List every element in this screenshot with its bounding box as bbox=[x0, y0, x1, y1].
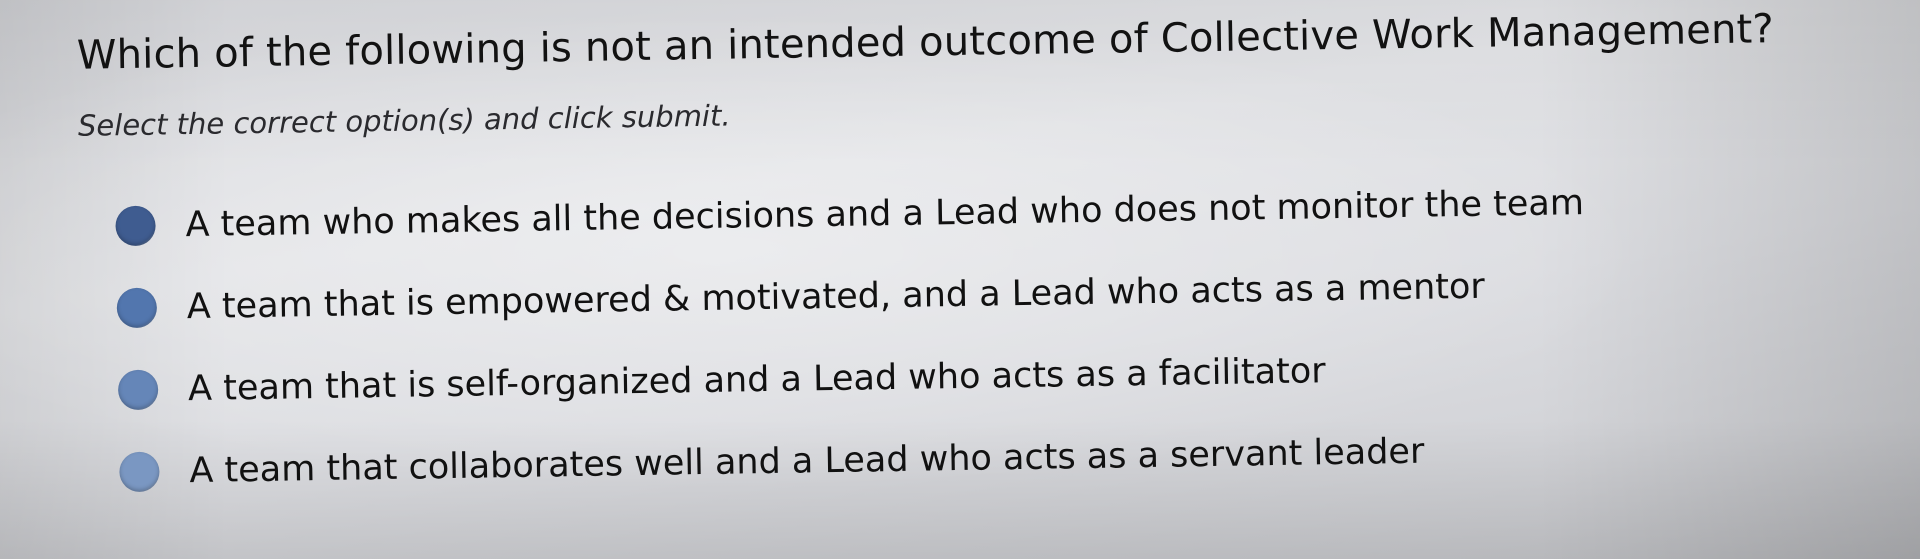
option-label-4: A team that collaborates well and a Lead… bbox=[189, 431, 1425, 492]
question-panel: Which of the following is not an intende… bbox=[0, 0, 1920, 559]
radio-button-option-4[interactable] bbox=[119, 451, 160, 493]
option-label-3: A team that is self-organized and a Lead… bbox=[187, 351, 1326, 410]
question-title: Which of the following is not an intende… bbox=[76, 6, 1775, 79]
answer-option-3[interactable]: A team that is self-organized and a Lead… bbox=[117, 344, 1587, 413]
answer-option-2[interactable]: A team that is empowered & motivated, an… bbox=[116, 262, 1585, 331]
radio-button-option-1[interactable] bbox=[115, 205, 156, 247]
answer-options-list: A team who makes all the decisions and a… bbox=[115, 180, 1588, 531]
answer-option-1[interactable]: A team who makes all the decisions and a… bbox=[115, 180, 1584, 249]
option-label-2: A team that is empowered & motivated, an… bbox=[186, 266, 1486, 328]
answer-option-4[interactable]: A team that collaborates well and a Lead… bbox=[119, 426, 1588, 495]
radio-button-option-3[interactable] bbox=[117, 369, 159, 411]
option-label-1: A team who makes all the decisions and a… bbox=[185, 183, 1585, 246]
radio-button-option-2[interactable] bbox=[116, 287, 158, 329]
question-instruction: Select the correct option(s) and click s… bbox=[77, 98, 731, 143]
